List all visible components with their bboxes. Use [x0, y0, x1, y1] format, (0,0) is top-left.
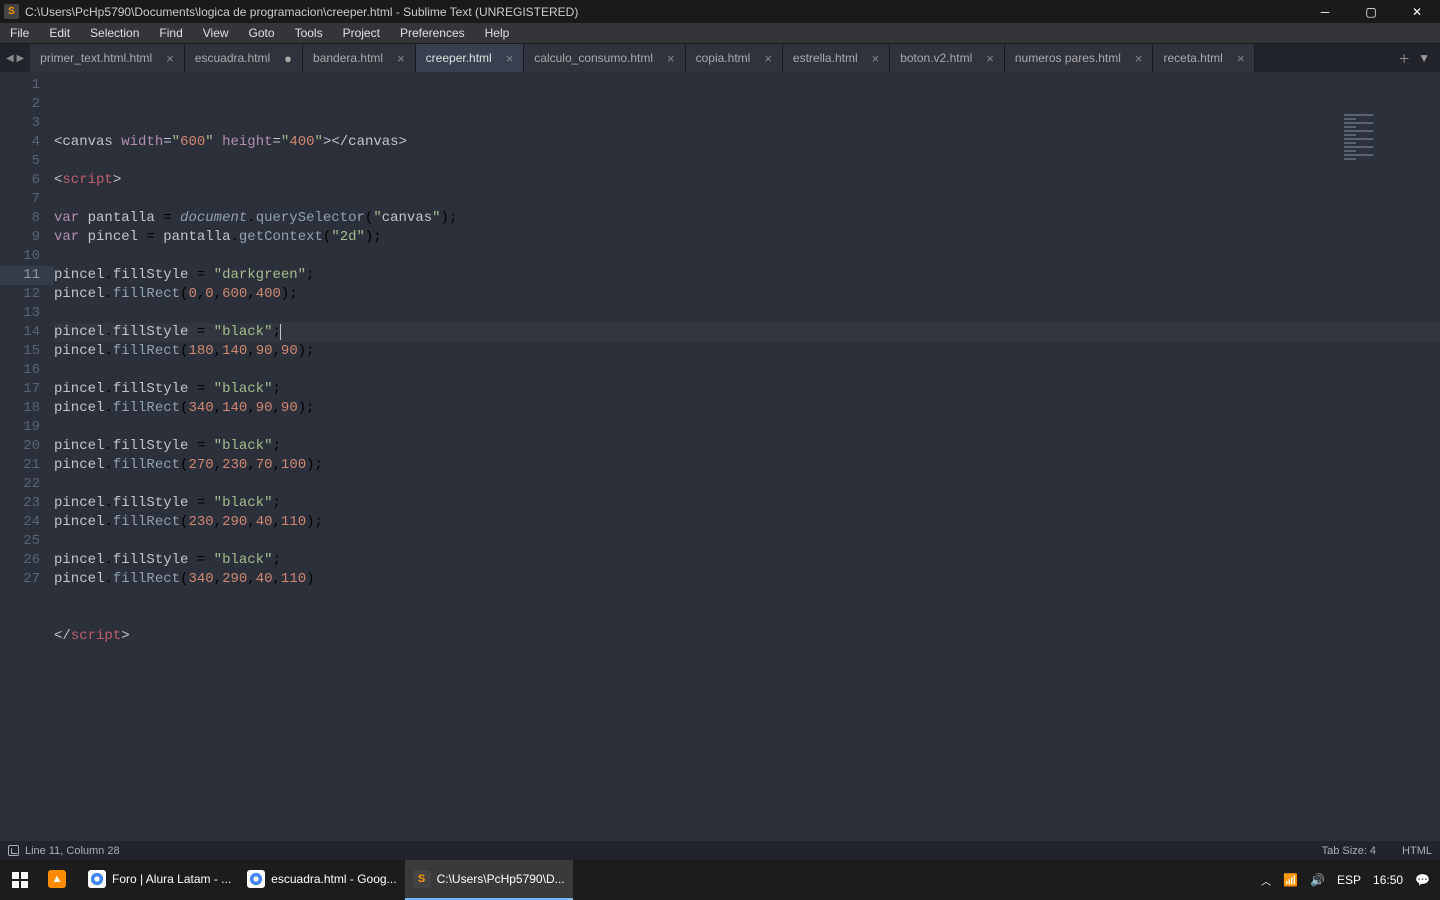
vlc-icon: ▲ [48, 870, 66, 888]
tab[interactable]: creeper.html × [416, 44, 525, 72]
menu-view[interactable]: View [193, 24, 239, 42]
tab-close-icon[interactable]: × [986, 51, 994, 66]
app-icon: S [4, 4, 19, 19]
menu-file[interactable]: File [0, 24, 39, 42]
tab-close-icon[interactable]: × [397, 51, 405, 66]
tab-nav-arrows[interactable]: ◀ ▶ [0, 44, 30, 72]
menu-edit[interactable]: Edit [39, 24, 80, 42]
taskbar-item[interactable]: Foro | Alura Latam - ... [80, 860, 239, 900]
tab-overflow-controls[interactable]: ＋▼ [1388, 44, 1440, 72]
menubar: File Edit Selection Find View Goto Tools… [0, 23, 1440, 44]
tab[interactable]: escuadra.html ● [185, 44, 303, 72]
tab-label: boton.v2.html [900, 51, 972, 65]
system-tray[interactable]: ︿ 📶 🔊 ESP 16:50 💬 [1251, 860, 1440, 900]
tab-label: primer_text.html.html [40, 51, 152, 65]
tab-label: bandera.html [313, 51, 383, 65]
taskbar-item[interactable]: ▲ [40, 860, 80, 900]
menu-preferences[interactable]: Preferences [390, 24, 475, 42]
tab[interactable]: copia.html × [686, 44, 783, 72]
menu-tools[interactable]: Tools [285, 24, 333, 42]
tab[interactable]: numeros pares.html × [1005, 44, 1154, 72]
clock[interactable]: 16:50 [1373, 873, 1403, 887]
tab[interactable]: boton.v2.html × [890, 44, 1005, 72]
chrome-icon [88, 870, 106, 888]
tab-close-icon[interactable]: × [872, 51, 880, 66]
tab[interactable]: receta.html × [1153, 44, 1255, 72]
cursor-position[interactable]: Line 11, Column 28 [25, 845, 120, 857]
tray-overflow-icon[interactable]: ︿ [1261, 873, 1271, 888]
titlebar: S C:\Users\PcHp5790\Documents\logica de … [0, 0, 1440, 23]
gutter: 1234567891011121314151617181920212223242… [0, 72, 54, 841]
taskbar-item-label: C:\Users\PcHp5790\D... [437, 872, 565, 886]
taskbar-item-label: Foro | Alura Latam - ... [112, 872, 231, 886]
code-area[interactable]: <canvas width="600" height="400"></canva… [54, 72, 1440, 841]
tab-label: receta.html [1163, 51, 1222, 65]
tab-label: numeros pares.html [1015, 51, 1121, 65]
taskbar-item[interactable]: S C:\Users\PcHp5790\D... [405, 860, 573, 900]
menu-project[interactable]: Project [333, 24, 390, 42]
volume-icon[interactable]: 🔊 [1310, 873, 1325, 887]
window-title: C:\Users\PcHp5790\Documents\logica de pr… [25, 5, 578, 19]
tab[interactable]: estrella.html × [783, 44, 890, 72]
notifications-icon[interactable]: 💬 [1415, 873, 1430, 887]
menu-help[interactable]: Help [475, 24, 520, 42]
tab[interactable]: calculo_consumo.html × [524, 44, 685, 72]
tab-close-icon[interactable]: × [1237, 51, 1245, 66]
taskbar-item-label: escuadra.html - Goog... [271, 872, 396, 886]
editor[interactable]: 1234567891011121314151617181920212223242… [0, 72, 1440, 841]
tab-dirty-icon[interactable]: ● [284, 51, 292, 66]
tab-label: escuadra.html [195, 51, 270, 65]
tab-label: creeper.html [426, 51, 492, 65]
tab-label: estrella.html [793, 51, 858, 65]
minimap[interactable] [1340, 76, 1440, 196]
taskbar-item[interactable]: escuadra.html - Goog... [239, 860, 404, 900]
tab-close-icon[interactable]: × [166, 51, 174, 66]
tab-close-icon[interactable]: × [764, 51, 772, 66]
sublime-icon: S [413, 870, 431, 888]
tab-label: calculo_consumo.html [534, 51, 653, 65]
menu-find[interactable]: Find [149, 24, 192, 42]
close-button[interactable]: ✕ [1394, 0, 1440, 23]
taskbar: ▲ Foro | Alura Latam - ... escuadra.html… [0, 860, 1440, 900]
start-button[interactable] [0, 860, 40, 900]
statusbar: Line 11, Column 28 Tab Size: 4 HTML [0, 841, 1440, 860]
syntax-mode[interactable]: HTML [1402, 845, 1432, 857]
wifi-icon[interactable]: 📶 [1283, 873, 1298, 887]
input-lang[interactable]: ESP [1337, 873, 1361, 887]
chrome-icon [247, 870, 265, 888]
tab-close-icon[interactable]: × [506, 51, 514, 66]
tab-label: copia.html [696, 51, 751, 65]
panel-switch-icon[interactable] [8, 845, 19, 856]
menu-goto[interactable]: Goto [239, 24, 285, 42]
tab[interactable]: primer_text.html.html × [30, 44, 185, 72]
tab-size[interactable]: Tab Size: 4 [1322, 845, 1376, 857]
menu-selection[interactable]: Selection [80, 24, 149, 42]
tab-close-icon[interactable]: × [1135, 51, 1143, 66]
tab[interactable]: bandera.html × [303, 44, 416, 72]
tabbar: ◀ ▶ primer_text.html.html × escuadra.html ●… [0, 44, 1440, 72]
minimize-button[interactable]: ─ [1302, 0, 1348, 23]
maximize-button[interactable]: ▢ [1348, 0, 1394, 23]
tab-close-icon[interactable]: × [667, 51, 675, 66]
